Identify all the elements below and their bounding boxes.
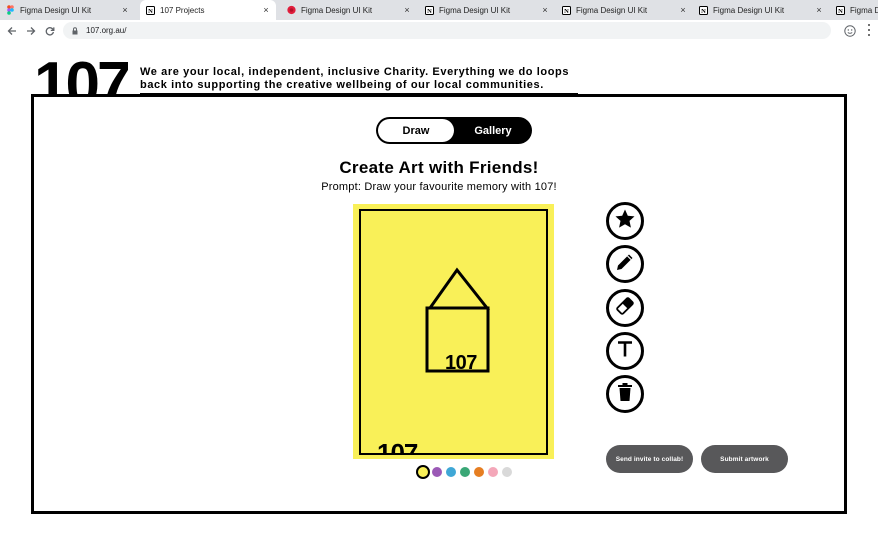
swatch-blue[interactable] <box>446 467 456 477</box>
browser-tab-bar: Figma Design UI Kit × N 107 Projects × F… <box>0 0 878 20</box>
svg-text:N: N <box>427 8 432 15</box>
tab-figma-6[interactable]: N Figma De <box>830 0 878 20</box>
house-label: 107 <box>445 352 477 374</box>
tab-figma-1[interactable]: Figma Design UI Kit × <box>0 0 138 20</box>
text-tool-button[interactable] <box>606 332 644 370</box>
swatch-grey[interactable] <box>502 467 512 477</box>
tab-107-projects[interactable]: N 107 Projects × <box>140 0 276 20</box>
page-title: Create Art with Friends! <box>339 158 539 177</box>
svg-text:N: N <box>838 8 843 15</box>
notion-icon: N <box>699 5 708 15</box>
tab-figma-3[interactable]: N Figma Design UI Kit × <box>419 0 557 20</box>
notion-icon: N <box>146 5 155 15</box>
pencil-icon <box>615 252 635 277</box>
eraser-icon <box>615 296 635 321</box>
pencil-tool-button[interactable] <box>606 245 644 283</box>
tab-gallery[interactable]: Gallery <box>456 117 530 144</box>
swatch-yellow[interactable] <box>416 465 430 479</box>
trash-icon <box>616 382 634 407</box>
url-text: 107.org.au/ <box>86 26 127 35</box>
swatch-pink[interactable] <box>488 467 498 477</box>
tab-figma-2[interactable]: Figma Design UI Kit × <box>281 0 419 20</box>
swatch-green[interactable] <box>460 467 470 477</box>
tab-title: 107 Projects <box>160 5 205 15</box>
figma-icon <box>6 5 15 15</box>
swatch-orange[interactable] <box>474 467 484 477</box>
star-icon <box>614 208 636 235</box>
tab-title: Figma De <box>850 5 878 15</box>
close-tab-icon[interactable]: × <box>119 4 131 16</box>
close-tab-icon[interactable]: × <box>813 4 825 16</box>
canvas-border: 107 107 <box>359 209 548 455</box>
drawing-canvas[interactable]: 107 107 <box>353 204 554 459</box>
close-tab-icon[interactable]: × <box>539 4 551 16</box>
reload-icon[interactable] <box>43 24 57 38</box>
notion-icon: N <box>836 5 845 15</box>
close-tab-icon[interactable]: × <box>677 4 689 16</box>
forward-arrow-icon[interactable] <box>24 24 38 38</box>
delete-tool-button[interactable] <box>606 375 644 413</box>
canvas-corner-logo: 107 <box>377 438 418 455</box>
svg-text:N: N <box>148 8 153 15</box>
send-invite-button[interactable]: Send invite to collab! <box>606 445 693 473</box>
tab-title: Figma Design UI Kit <box>713 5 785 15</box>
drawing-prompt: Prompt: Draw your favourite memory with … <box>321 181 557 193</box>
swatch-purple[interactable] <box>432 467 442 477</box>
eraser-tool-button[interactable] <box>606 289 644 327</box>
tab-title: Figma Design UI Kit <box>439 5 511 15</box>
text-icon <box>616 340 634 363</box>
tab-figma-5[interactable]: N Figma Design UI Kit × <box>693 0 831 20</box>
svg-text:N: N <box>564 8 569 15</box>
draw-gallery-toggle[interactable]: Draw Gallery <box>376 117 532 144</box>
star-tool-button[interactable] <box>606 202 644 240</box>
tab-title: Figma Design UI Kit <box>301 5 373 15</box>
profile-icon[interactable] <box>844 24 856 37</box>
close-tab-icon[interactable]: × <box>260 4 272 16</box>
tab-title: Figma Design UI Kit <box>576 5 648 15</box>
browser-menu-icon[interactable] <box>865 24 873 36</box>
red-circle-icon <box>287 5 296 15</box>
site-tagline: We are your local, independent, inclusiv… <box>140 66 570 91</box>
notion-icon: N <box>425 5 434 15</box>
tab-draw[interactable]: Draw <box>378 119 454 142</box>
back-arrow-icon[interactable] <box>5 24 19 38</box>
close-tab-icon[interactable]: × <box>401 4 413 16</box>
lock-icon <box>71 26 79 35</box>
submit-artwork-button[interactable]: Submit artwork <box>701 445 788 473</box>
site-logo[interactable]: 107 <box>34 54 128 95</box>
notion-icon: N <box>562 5 571 15</box>
svg-text:N: N <box>701 8 706 15</box>
url-bar[interactable]: 107.org.au/ <box>63 22 831 39</box>
tab-title: Figma Design UI Kit <box>20 5 92 15</box>
tab-figma-4[interactable]: N Figma Design UI Kit × <box>556 0 694 20</box>
house-drawing <box>425 267 491 373</box>
